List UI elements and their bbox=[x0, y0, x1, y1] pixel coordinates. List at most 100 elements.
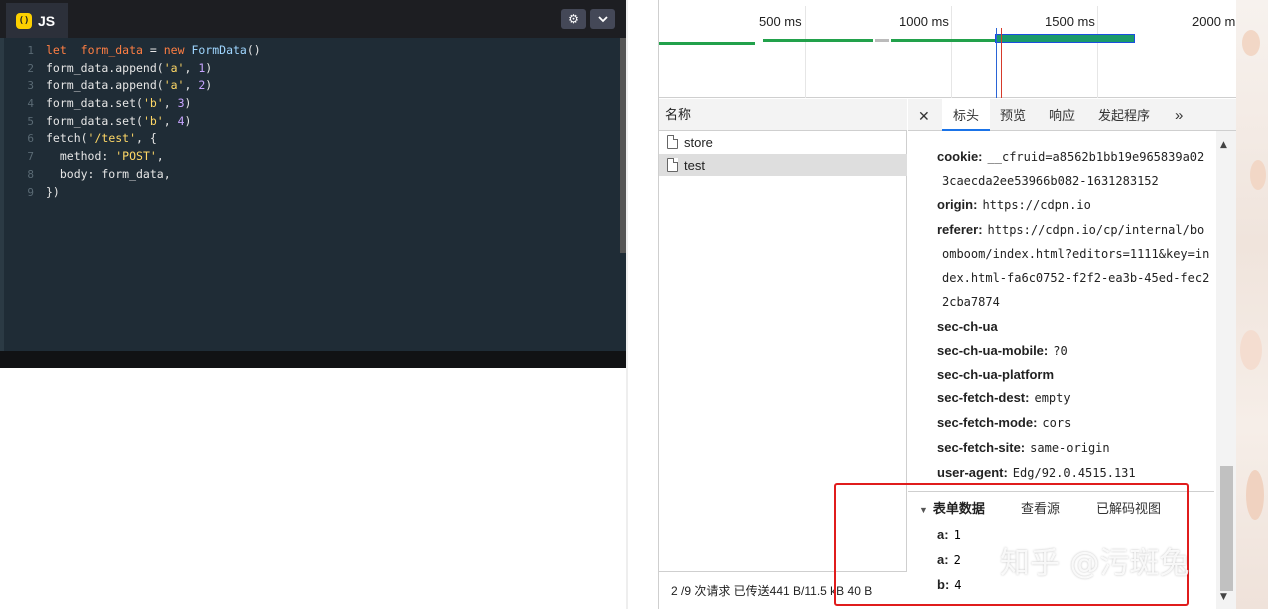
timeline-tick-label: 1000 ms bbox=[899, 14, 949, 29]
header-value: same-origin bbox=[1030, 441, 1110, 455]
code-token: let bbox=[46, 43, 67, 57]
timeline-gridline bbox=[805, 6, 806, 98]
name-column-header[interactable]: 名称 bbox=[659, 99, 907, 131]
more-tabs-icon[interactable]: » bbox=[1175, 99, 1183, 131]
request-name: test bbox=[684, 157, 705, 173]
header-value: dex.html-fa6c0752-f2f2-ea3b-45ed-fec2 bbox=[942, 271, 1210, 285]
header-key: sec-fetch-site: bbox=[937, 440, 1026, 455]
line-number-gutter: 1 2 3 4 5 6 7 8 9 bbox=[4, 42, 38, 201]
scroll-up-icon[interactable]: ▲ bbox=[1220, 140, 1227, 150]
header-value: omboom/index.html?editors=1111&key=in bbox=[942, 247, 1210, 261]
js-tab-label: JS bbox=[38, 12, 56, 29]
code-token: form_data.append( bbox=[46, 60, 164, 75]
decoration bbox=[1246, 470, 1264, 520]
header-key: sec-ch-ua bbox=[937, 319, 998, 334]
header-key: sec-fetch-mode: bbox=[937, 415, 1038, 430]
code-token: ) bbox=[184, 113, 192, 128]
tab-response[interactable]: 响应 bbox=[1049, 99, 1075, 131]
header-value: cors bbox=[1042, 416, 1072, 430]
header-value: 3caecda2ee53966b082-1631283152 bbox=[942, 174, 1159, 188]
header-row: referer: https://cdpn.io/cp/internal/bo bbox=[937, 218, 1213, 242]
header-row: omboom/index.html?editors=1111&key=in bbox=[937, 242, 1213, 266]
code-token: }) bbox=[46, 184, 60, 199]
js-tab[interactable]: () JS bbox=[6, 3, 68, 38]
header-row: sec-fetch-dest: empty bbox=[937, 386, 1213, 410]
panel-divider bbox=[626, 0, 628, 609]
code-line: let form_data = new FormData() bbox=[46, 42, 261, 60]
code-line: fetch('/test', { bbox=[46, 130, 261, 148]
code-token: body: form_data, bbox=[46, 166, 171, 181]
decoration bbox=[1242, 30, 1260, 56]
scrollbar-thumb[interactable] bbox=[1220, 466, 1233, 591]
header-row: dex.html-fa6c0752-f2f2-ea3b-45ed-fec2 bbox=[937, 266, 1213, 290]
line-number: 3 bbox=[27, 79, 34, 93]
line-number: 5 bbox=[27, 114, 34, 128]
code-token: , { bbox=[136, 131, 157, 146]
watermark-text: 知乎 @污斑兔 bbox=[1000, 546, 1190, 581]
code-token: form_data bbox=[80, 43, 143, 57]
code-area[interactable]: 1 2 3 4 5 6 7 8 9 let form_data = new FormData()… bbox=[0, 38, 626, 351]
request-headers-list: cookie: __cfruid=a8562b1bb19e965839a02 3ca… bbox=[908, 131, 1214, 491]
header-key: user-agent: bbox=[937, 465, 1008, 480]
timeline-bar bbox=[659, 42, 755, 45]
request-row-store[interactable]: store bbox=[659, 131, 907, 153]
header-value: __cfruid=a8562b1bb19e965839a02 bbox=[987, 150, 1205, 164]
header-row: user-agent: Edg/92.0.4515.131 bbox=[937, 461, 1213, 485]
code-token: ) bbox=[205, 78, 213, 93]
code-token: , bbox=[156, 149, 164, 164]
tab-preview[interactable]: 预览 bbox=[1000, 99, 1026, 131]
code-token: 'a' bbox=[163, 60, 185, 75]
code-line: method: 'POST', bbox=[46, 148, 261, 166]
code-line: }) bbox=[46, 184, 261, 202]
settings-button[interactable]: ⚙ bbox=[561, 9, 586, 29]
header-value: empty bbox=[1034, 391, 1071, 405]
header-row: origin: https://cdpn.io bbox=[937, 193, 1213, 217]
decoration bbox=[1240, 330, 1262, 370]
request-row-test[interactable]: test bbox=[659, 154, 907, 176]
code-token: , bbox=[163, 113, 178, 128]
code-lines: let form_data = new FormData() form_data.… bbox=[46, 42, 261, 201]
timeline-tick-label: 2000 m bbox=[1192, 14, 1236, 29]
header-row: sec-fetch-site: same-origin bbox=[937, 436, 1213, 460]
header-value: https://cdpn.io/cp/internal/bo bbox=[987, 223, 1205, 237]
code-token: form_data.append( bbox=[46, 78, 164, 93]
code-token: 4 bbox=[177, 113, 185, 128]
header-row: sec-ch-ua-platform bbox=[937, 363, 1213, 387]
network-timeline[interactable]: 500 ms 1000 ms 1500 ms 2000 m bbox=[659, 0, 1237, 98]
close-icon[interactable]: ✕ bbox=[918, 99, 930, 131]
collapse-button[interactable] bbox=[590, 9, 615, 29]
header-row: cookie: __cfruid=a8562b1bb19e965839a02 bbox=[937, 145, 1213, 169]
request-name: store bbox=[684, 134, 713, 150]
code-token: 3 bbox=[177, 96, 185, 111]
editor-tab-bar: () JS ⚙ bbox=[0, 0, 626, 38]
header-key: sec-ch-ua-platform bbox=[937, 367, 1055, 382]
editor-bottom-bar bbox=[0, 351, 626, 368]
code-token: , bbox=[184, 78, 199, 93]
code-token: new bbox=[163, 43, 185, 57]
timeline-tick-label: 1500 ms bbox=[1045, 14, 1095, 29]
header-value: 2cba7874 bbox=[942, 295, 1000, 309]
timeline-tick-label: 500 ms bbox=[759, 14, 802, 29]
timeline-bar bbox=[875, 39, 889, 42]
timeline-dom-marker bbox=[996, 28, 997, 98]
header-row: 3caecda2ee53966b082-1631283152 bbox=[937, 169, 1213, 193]
code-line: form_data.append('a', 1) bbox=[46, 60, 261, 78]
timeline-gridline bbox=[1097, 6, 1098, 98]
line-number: 7 bbox=[27, 150, 34, 164]
decoration bbox=[1250, 160, 1266, 190]
code-token: , bbox=[184, 60, 199, 75]
code-token: 'a' bbox=[163, 78, 185, 93]
scroll-down-icon[interactable]: ▼ bbox=[1220, 592, 1227, 602]
code-token: ) bbox=[184, 96, 192, 111]
header-row: sec-ch-ua bbox=[937, 315, 1213, 339]
detail-tab-bar: ✕ 标头 预览 响应 发起程序 » bbox=[908, 99, 1237, 131]
tab-initiator[interactable]: 发起程序 bbox=[1098, 99, 1150, 131]
code-line: body: form_data, bbox=[46, 166, 261, 184]
document-icon bbox=[667, 158, 678, 172]
code-line: form_data.append('a', 2) bbox=[46, 77, 261, 95]
header-key: origin: bbox=[937, 197, 978, 212]
js-logo-icon: () bbox=[16, 12, 32, 29]
tab-headers[interactable]: 标头 bbox=[942, 99, 990, 131]
code-token: 'b' bbox=[142, 113, 164, 128]
